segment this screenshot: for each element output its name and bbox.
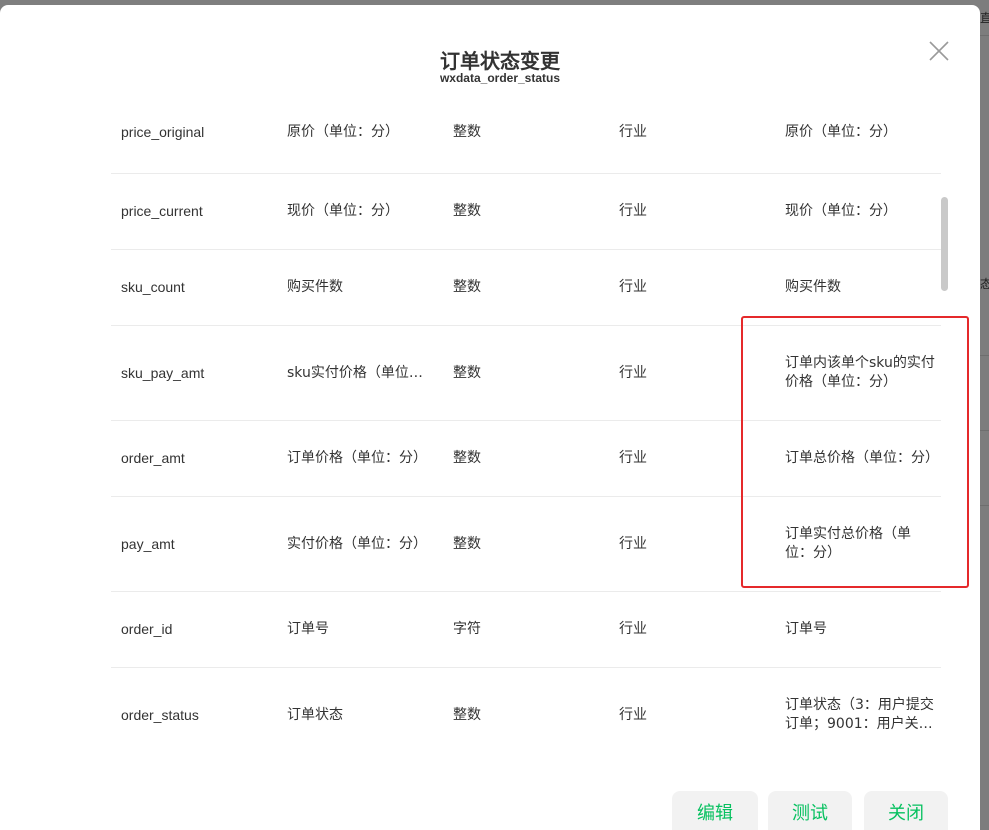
table-row: price_current 现价（单位：分） 整数 行业 现价（单位：分）	[111, 174, 941, 250]
field-type: 整数	[453, 364, 481, 381]
backdrop-divider	[980, 505, 989, 506]
field-name: sku_pay_amt	[121, 364, 205, 381]
field-name: price_original	[121, 124, 205, 140]
field-remark: 订单内该单个sku的实付价格（单位：分）	[785, 326, 935, 420]
dialog-title: 订单状态变更	[440, 49, 560, 73]
field-table[interactable]: price_original 原价（单位：分） 整数 行业 原价（单位：分） p…	[111, 92, 941, 758]
edit-button[interactable]: 编辑	[672, 791, 758, 830]
field-category: 行业	[619, 706, 647, 723]
field-remark: 订单号	[785, 621, 827, 637]
field-category: 行业	[619, 535, 647, 552]
backdrop-divider	[980, 35, 989, 36]
field-desc: sku实付价格（单位：分）	[287, 326, 437, 420]
field-remark: 原价（单位：分）	[785, 124, 897, 140]
table-row: pay_amt 实付价格（单位：分） 整数 行业 订单实付总价格（单位：分）	[111, 497, 941, 592]
table-row: price_original 原价（单位：分） 整数 行业 原价（单位：分）	[111, 92, 941, 174]
field-desc: 订单号	[287, 621, 329, 637]
field-category: 行业	[619, 450, 647, 466]
field-remark-text: 订单状态（3：用户提交订单；9001：用户关闭订单）	[785, 697, 934, 732]
field-remark: 现价（单位：分）	[785, 203, 897, 219]
field-remark: 订单状态（3：用户提交订单；9001：用户关闭订单）	[785, 668, 935, 758]
field-name: sku_count	[121, 279, 185, 295]
field-type: 整数	[453, 450, 481, 466]
field-category: 行业	[619, 124, 647, 140]
field-desc-text: sku实付价格（单位：分）	[287, 364, 435, 381]
backdrop-divider	[980, 430, 989, 431]
field-name: pay_amt	[121, 535, 175, 552]
field-desc: 实付价格（单位：分）	[287, 535, 427, 552]
field-remark-text: 订单实付总价格（单位：分）	[785, 526, 911, 561]
test-button[interactable]: 测试	[768, 791, 852, 830]
close-icon[interactable]	[927, 39, 951, 63]
field-type: 整数	[453, 203, 481, 219]
field-name: order_amt	[121, 450, 185, 466]
field-desc: 现价（单位：分）	[287, 203, 399, 219]
field-remark: 订单总价格（单位：分）	[785, 450, 939, 466]
field-name: order_status	[121, 706, 199, 723]
table-row: order_amt 订单价格（单位：分） 整数 行业 订单总价格（单位：分）	[111, 421, 941, 497]
table-row: order_id 订单号 字符 行业 订单号	[111, 592, 941, 668]
backdrop-divider	[980, 355, 989, 356]
close-button[interactable]: 关闭	[864, 791, 948, 830]
table-scrollbar[interactable]	[941, 197, 948, 291]
field-type: 整数	[453, 535, 481, 552]
field-desc: 购买件数	[287, 279, 343, 295]
field-remark: 订单实付总价格（单位：分）	[785, 497, 935, 591]
dialog-subtitle: wxdata_order_status	[439, 71, 561, 85]
table-row: sku_pay_amt sku实付价格（单位：分） 整数 行业 订单内该单个sk…	[111, 326, 941, 421]
field-category: 行业	[619, 279, 647, 295]
field-desc: 订单状态	[287, 706, 343, 723]
field-category: 行业	[619, 203, 647, 219]
field-remark-text: 订单内该单个sku的实付价格（单位：分）	[785, 355, 935, 390]
field-name: price_current	[121, 203, 203, 219]
field-desc: 原价（单位：分）	[287, 124, 399, 140]
page-backdrop: 直 态	[980, 0, 989, 830]
field-category: 行业	[619, 364, 647, 381]
backdrop-text-top: 直	[980, 11, 989, 25]
field-type: 整数	[453, 706, 481, 723]
field-type: 字符	[453, 621, 481, 637]
field-name: order_id	[121, 621, 173, 637]
field-type: 整数	[453, 279, 481, 295]
table-row: sku_count 购买件数 整数 行业 购买件数	[111, 250, 941, 326]
field-category: 行业	[619, 621, 647, 637]
backdrop-text-mid: 态	[980, 277, 989, 291]
field-type: 整数	[453, 124, 481, 140]
table-row: order_status 订单状态 整数 行业 订单状态（3：用户提交订单；90…	[111, 668, 941, 758]
field-desc: 订单价格（单位：分）	[287, 450, 427, 466]
field-remark: 购买件数	[785, 279, 841, 295]
